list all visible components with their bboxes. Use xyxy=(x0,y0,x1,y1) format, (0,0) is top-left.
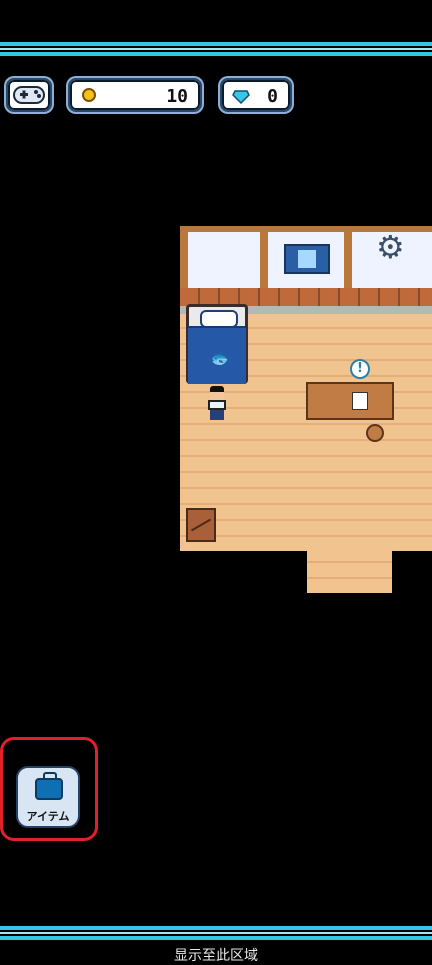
bottom-divider-bar xyxy=(0,926,432,946)
coin-count: 10 xyxy=(166,86,188,107)
divider-stripe xyxy=(0,926,432,930)
character-pants xyxy=(210,410,224,420)
gamepad-icon xyxy=(13,86,45,104)
bag-icon xyxy=(35,772,63,800)
game-room: ⚙ 🐟 ! xyxy=(180,226,432,551)
coin-counter[interactable]: 10 xyxy=(68,78,202,112)
item-button[interactable]: アイテム xyxy=(16,766,80,828)
character-shirt xyxy=(208,400,226,410)
divider-stripe xyxy=(0,52,432,56)
character-head xyxy=(210,386,224,400)
footer-text: 显示至此区域 xyxy=(174,948,258,964)
gamepad-button[interactable] xyxy=(6,78,52,112)
stool xyxy=(366,424,384,442)
player-character[interactable] xyxy=(206,386,228,420)
divider-stripe xyxy=(0,48,432,50)
gem-count: 0 xyxy=(267,86,278,107)
paper xyxy=(352,392,368,410)
top-divider-bar xyxy=(0,42,432,62)
desk[interactable] xyxy=(306,382,394,420)
exclamation-icon[interactable]: ! xyxy=(350,359,370,379)
divider-stripe xyxy=(0,932,432,934)
gem-counter[interactable]: 0 xyxy=(220,78,292,112)
blanket: 🐟 xyxy=(188,326,246,384)
item-button-label: アイテム xyxy=(26,810,70,823)
fish-icon: 🐟 xyxy=(210,348,233,369)
divider-stripe xyxy=(0,936,432,940)
gem-icon xyxy=(232,90,250,104)
doorway-floor[interactable] xyxy=(307,551,392,593)
crate[interactable] xyxy=(186,508,216,542)
divider-stripe xyxy=(0,42,432,46)
gear-icon[interactable]: ⚙ xyxy=(376,228,405,266)
coin-icon xyxy=(82,88,96,102)
window xyxy=(284,244,330,274)
bed[interactable]: 🐟 xyxy=(186,304,248,384)
